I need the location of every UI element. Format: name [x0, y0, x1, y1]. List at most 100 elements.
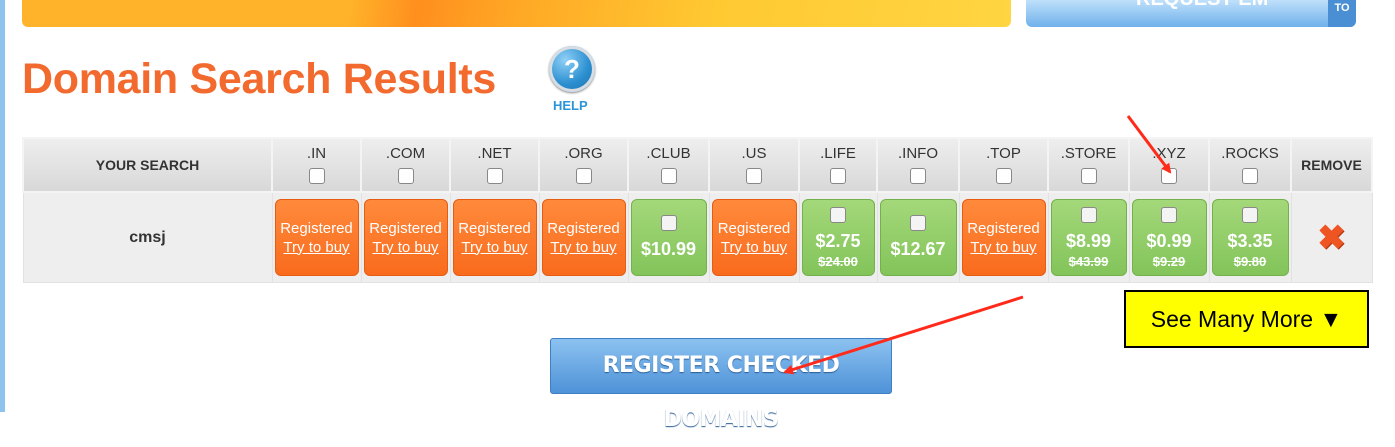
result-cell: Registered Try to buy	[271, 191, 362, 283]
tld-label: .XYZ	[1152, 144, 1186, 162]
tld-select-all-checkbox[interactable]	[1161, 167, 1177, 184]
price: $8.99	[1065, 230, 1112, 251]
tld-label: .COM	[385, 144, 426, 162]
available-cell[interactable]: $12.67	[879, 199, 957, 276]
try-to-buy-link[interactable]: Try to buy	[372, 238, 438, 257]
result-cell: Registered Try to buy	[538, 191, 629, 283]
tld-select-all-checkbox[interactable]	[660, 167, 677, 184]
result-cell: Registered Try to buy	[449, 191, 540, 283]
domain-checkbox[interactable]	[910, 215, 926, 231]
tld-header: .INFO	[876, 137, 960, 193]
tld-select-all-checkbox[interactable]	[1242, 167, 1258, 184]
request-tab: TO	[1328, 0, 1356, 27]
price: $12.67	[890, 239, 946, 259]
tld-header: .ORG	[538, 137, 629, 193]
tld-label: .INFO	[898, 144, 938, 162]
tld-label: .NET	[477, 144, 512, 162]
tld-label: .ROCKS	[1221, 144, 1279, 162]
registered-cell: Registered Try to buy	[274, 199, 359, 276]
registered-cell: Registered Try to buy	[961, 199, 1046, 276]
domain-checkbox[interactable]	[1161, 206, 1177, 223]
left-border	[0, 0, 5, 412]
status-label: Registered	[458, 219, 531, 237]
status-label: Registered	[369, 219, 442, 237]
domain-checkbox[interactable]	[660, 215, 677, 231]
tld-label: .LIFE	[820, 144, 856, 162]
old-price: $9.80	[1233, 253, 1267, 269]
tld-header: .US	[708, 137, 800, 193]
register-checked-domains-button[interactable]: REGISTER CHECKED DOMAINS	[550, 338, 892, 432]
status-label: Registered	[547, 219, 620, 237]
available-cell[interactable]: $0.99 $9.29	[1131, 199, 1207, 276]
tld-header: .CLUB	[627, 137, 710, 193]
request-button-label: REQUEST EM	[1136, 0, 1268, 11]
result-cell: Registered Try to buy	[708, 191, 800, 283]
try-to-buy-link[interactable]: Try to buy	[550, 238, 616, 257]
result-cell: $3.35 $9.80	[1208, 191, 1292, 283]
available-cell[interactable]: $8.99 $43.99	[1050, 199, 1127, 276]
tld-select-all-checkbox[interactable]	[575, 167, 592, 184]
tld-select-all-checkbox[interactable]	[1080, 167, 1097, 184]
tld-label: .TOP	[986, 144, 1021, 162]
tld-label: .STORE	[1060, 144, 1117, 162]
available-cell[interactable]: $2.75 $24.00	[801, 199, 875, 276]
old-price: $43.99	[1068, 253, 1109, 269]
result-cell: $0.99 $9.29	[1128, 191, 1210, 283]
status-label: Registered	[717, 219, 791, 237]
try-to-buy-link[interactable]: Try to buy	[970, 238, 1036, 257]
domain-checkbox[interactable]	[1242, 206, 1258, 223]
tld-header: .COM	[360, 137, 451, 193]
remove-cell: ✖	[1290, 191, 1373, 283]
table-row: cmsj Registered Try to buy Registered Try …	[22, 191, 1373, 283]
result-cell: $10.99	[627, 191, 710, 283]
try-to-buy-link[interactable]: Try to buy	[283, 238, 349, 257]
result-cell: Registered Try to buy	[958, 191, 1049, 283]
price: $0.99	[1146, 230, 1192, 251]
available-cell[interactable]: $3.35 $9.80	[1211, 199, 1289, 276]
search-term: cmsj	[22, 191, 273, 283]
try-to-buy-link[interactable]: Try to buy	[461, 238, 527, 257]
remove-header: REMOVE	[1290, 137, 1373, 193]
price: $3.35	[1227, 230, 1273, 251]
status-label: Registered	[280, 219, 353, 237]
help-icon[interactable]: ?	[549, 46, 595, 92]
registered-cell: Registered Try to buy	[452, 199, 537, 276]
tld-select-all-checkbox[interactable]	[397, 167, 414, 184]
registered-cell: Registered Try to buy	[711, 199, 797, 276]
available-cell[interactable]: $10.99	[630, 199, 707, 276]
tld-label: .US	[741, 144, 767, 162]
table-header-row: YOUR SEARCH .IN .COM .NET .ORG .CLUB .US…	[22, 137, 1373, 193]
page-title: Domain Search Results	[22, 55, 497, 103]
result-cell: Registered Try to buy	[360, 191, 451, 283]
tld-select-all-checkbox[interactable]	[910, 167, 926, 184]
domain-checkbox[interactable]	[1080, 206, 1097, 223]
old-price: $24.00	[818, 253, 858, 269]
tld-label: .ORG	[564, 144, 603, 162]
result-cell: $8.99 $43.99	[1047, 191, 1130, 283]
tld-select-all-checkbox[interactable]	[486, 167, 503, 184]
your-search-header: YOUR SEARCH	[22, 137, 273, 193]
result-cell: $2.75 $24.00	[798, 191, 878, 283]
promo-banner[interactable]	[22, 0, 1011, 27]
tld-select-all-checkbox[interactable]	[995, 167, 1012, 184]
tld-select-all-checkbox[interactable]	[308, 167, 325, 184]
tld-select-all-checkbox[interactable]	[830, 167, 846, 184]
try-to-buy-link[interactable]: Try to buy	[721, 238, 787, 257]
tld-header: .NET	[449, 137, 540, 193]
price: $2.75	[815, 230, 861, 251]
domain-results-table: YOUR SEARCH .IN .COM .NET .ORG .CLUB .US…	[22, 137, 1373, 283]
tld-header: .XYZ	[1128, 137, 1210, 193]
request-button[interactable]: REQUEST EM TO	[1026, 0, 1356, 27]
tld-header: .IN	[271, 137, 362, 193]
see-many-more-button[interactable]: See Many More ▼	[1124, 290, 1369, 348]
tld-header: .STORE	[1047, 137, 1130, 193]
domain-checkbox[interactable]	[830, 206, 846, 223]
old-price: $9.29	[1152, 253, 1186, 269]
tld-header: .LIFE	[798, 137, 878, 193]
registered-cell: Registered Try to buy	[363, 199, 448, 276]
tld-select-all-checkbox[interactable]	[746, 167, 762, 184]
close-x-icon[interactable]: ✖	[1317, 219, 1346, 257]
registered-cell: Registered Try to buy	[541, 199, 626, 276]
help-link[interactable]: HELP	[553, 98, 588, 113]
tld-header: .ROCKS	[1208, 137, 1292, 193]
